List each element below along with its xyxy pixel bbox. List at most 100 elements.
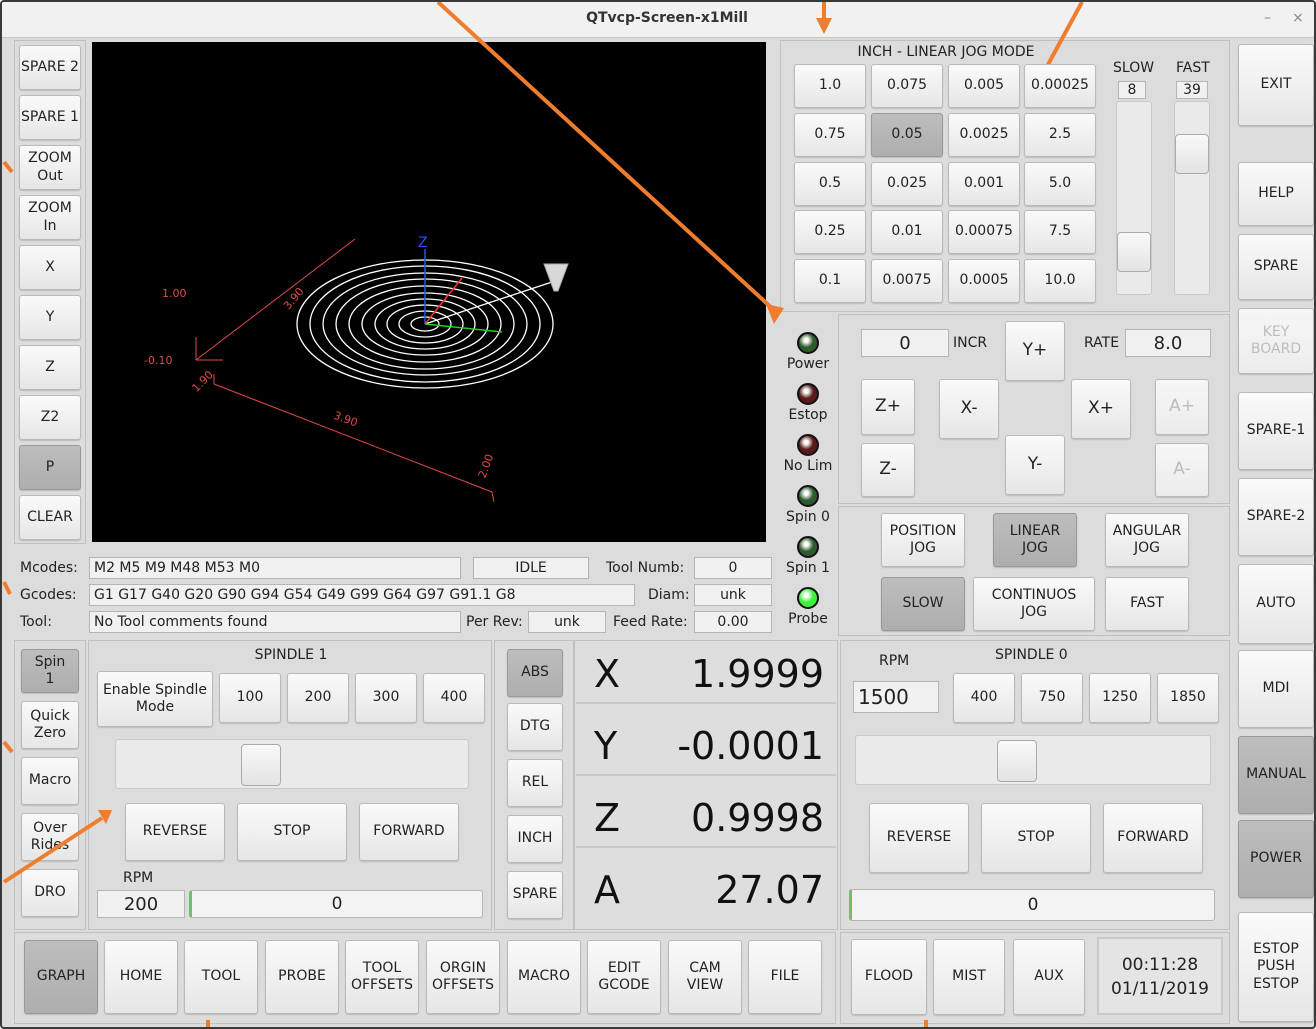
aux-button[interactable]: AUX	[1013, 939, 1085, 1015]
zoom-in-button[interactable]: ZOOM In	[19, 195, 81, 240]
tab-graph[interactable]: GRAPH	[24, 940, 98, 1014]
inch-button[interactable]: INCH	[507, 815, 563, 863]
spare-1-right-button[interactable]: SPARE-1	[1238, 392, 1314, 470]
jog-a-plus-button[interactable]: A+	[1155, 379, 1209, 435]
increment-button[interactable]: 0.0025	[948, 113, 1020, 157]
increment-button[interactable]: 0.00075	[948, 210, 1020, 254]
dtg-button[interactable]: DTG	[507, 703, 563, 751]
tab-probe[interactable]: PROBE	[265, 940, 339, 1014]
spare-right-button[interactable]: SPARE	[1238, 234, 1314, 300]
auto-button[interactable]: AUTO	[1238, 564, 1314, 644]
spindle-1-preset-button[interactable]: 400	[423, 673, 485, 723]
spindle-1-forward-button[interactable]: FORWARD	[359, 803, 459, 861]
view-y-button[interactable]: Y	[19, 295, 81, 340]
spindle-1-preset-button[interactable]: 100	[219, 673, 281, 723]
increment-button[interactable]: 0.075	[871, 64, 943, 108]
tab-cam-view[interactable]: CAM VIEW	[668, 940, 742, 1014]
increment-button[interactable]: 0.25	[794, 210, 866, 254]
rel-button[interactable]: REL	[507, 759, 563, 807]
mdi-button[interactable]: MDI	[1238, 650, 1314, 728]
view-z-button[interactable]: Z	[19, 345, 81, 390]
close-icon[interactable]: ×	[1292, 10, 1304, 26]
spindle-0-preset-button[interactable]: 750	[1021, 673, 1083, 723]
macro-side-button[interactable]: Macro	[21, 757, 79, 805]
enable-spindle-mode-button[interactable]: Enable Spindle Mode	[97, 671, 213, 727]
spin-1-button[interactable]: Spin 1	[21, 649, 79, 693]
increment-button[interactable]: 0.001	[948, 162, 1020, 206]
jog-z-minus-button[interactable]: Z-	[861, 443, 915, 497]
tab-file[interactable]: FILE	[748, 940, 822, 1014]
increment-button[interactable]: 0.005	[948, 64, 1020, 108]
spindle-1-slider-handle[interactable]	[240, 744, 281, 786]
increment-button[interactable]: 7.5	[1024, 210, 1096, 254]
position-jog-button[interactable]: POSITION JOG	[881, 513, 965, 567]
gcode-preview[interactable]: Z 1.00 -0.10 1.90 3.90 2.00 3.90	[92, 42, 766, 542]
flood-button[interactable]: FLOOD	[851, 939, 927, 1015]
jog-z-plus-button[interactable]: Z+	[861, 379, 915, 435]
jog-y-plus-button[interactable]: Y+	[1005, 321, 1065, 381]
help-button[interactable]: HELP	[1238, 162, 1314, 226]
increment-button[interactable]: 10.0	[1024, 259, 1096, 303]
tab-macro[interactable]: MACRO	[507, 940, 581, 1014]
fast-slider[interactable]	[1174, 101, 1210, 295]
jog-x-minus-button[interactable]: X-	[939, 379, 999, 439]
spindle-0-slider[interactable]	[855, 735, 1211, 785]
tab-home[interactable]: HOME	[104, 940, 178, 1014]
abs-button[interactable]: ABS	[507, 649, 563, 697]
spare-2-right-button[interactable]: SPARE-2	[1238, 478, 1314, 556]
increment-button[interactable]: 0.00025	[1024, 64, 1096, 108]
linear-jog-button[interactable]: LINEAR JOG	[993, 513, 1077, 567]
quick-zero-button[interactable]: Quick Zero	[21, 701, 79, 749]
jog-y-minus-button[interactable]: Y-	[1005, 435, 1065, 495]
increment-button[interactable]: 0.1	[794, 259, 866, 303]
increment-button[interactable]: 0.025	[871, 162, 943, 206]
spindle-1-slider[interactable]	[115, 739, 469, 789]
slow-slider-handle[interactable]	[1117, 232, 1151, 272]
spindle-0-preset-button[interactable]: 1850	[1157, 673, 1219, 723]
continuous-jog-button[interactable]: CONTINUOS JOG	[973, 577, 1095, 631]
tab-tool[interactable]: TOOL	[184, 940, 258, 1014]
spindle-1-preset-button[interactable]: 200	[287, 673, 349, 723]
fast-slider-handle[interactable]	[1175, 134, 1209, 174]
increment-button[interactable]: 1.0	[794, 64, 866, 108]
view-p-button[interactable]: P	[19, 445, 81, 490]
spare-1-button[interactable]: SPARE 1	[19, 95, 81, 140]
spindle-1-stop-button[interactable]: STOP	[237, 803, 347, 861]
fast-jog-button[interactable]: FAST	[1105, 577, 1189, 631]
zoom-out-button[interactable]: ZOOM Out	[19, 145, 81, 190]
jog-x-plus-button[interactable]: X+	[1071, 379, 1131, 439]
view-x-button[interactable]: X	[19, 245, 81, 290]
spindle-0-reverse-button[interactable]: REVERSE	[869, 803, 969, 873]
slow-slider[interactable]	[1116, 101, 1152, 295]
jog-a-minus-button[interactable]: A-	[1155, 443, 1209, 497]
spindle-0-stop-button[interactable]: STOP	[981, 803, 1091, 873]
spindle-0-slider-handle[interactable]	[997, 740, 1038, 782]
dro-side-button[interactable]: DRO	[21, 869, 79, 917]
spare-dro-button[interactable]: SPARE	[507, 871, 563, 919]
spare-2-button[interactable]: SPARE 2	[19, 45, 81, 90]
increment-button[interactable]: 0.05	[871, 113, 943, 157]
spindle-0-forward-button[interactable]: FORWARD	[1103, 803, 1203, 873]
tab-orgin-offsets[interactable]: ORGIN OFFSETS	[426, 940, 500, 1014]
keyboard-button[interactable]: KEY BOARD	[1238, 308, 1314, 374]
spindle-0-preset-button[interactable]: 400	[953, 673, 1015, 723]
increment-button[interactable]: 2.5	[1024, 113, 1096, 157]
clear-button[interactable]: CLEAR	[19, 495, 81, 540]
view-z2-button[interactable]: Z2	[19, 395, 81, 440]
spindle-1-reverse-button[interactable]: REVERSE	[125, 803, 225, 861]
minimize-icon[interactable]: –	[1264, 10, 1271, 26]
overrides-button[interactable]: Over Rides	[21, 813, 79, 861]
angular-jog-button[interactable]: ANGULAR JOG	[1105, 513, 1189, 567]
increment-button[interactable]: 5.0	[1024, 162, 1096, 206]
spindle-1-preset-button[interactable]: 300	[355, 673, 417, 723]
estop-button[interactable]: ESTOP PUSH ESTOP	[1238, 912, 1314, 1022]
manual-button[interactable]: MANUAL	[1238, 736, 1314, 814]
increment-button[interactable]: 0.01	[871, 210, 943, 254]
tab-tool-offsets[interactable]: TOOL OFFSETS	[345, 940, 419, 1014]
slow-jog-button[interactable]: SLOW	[881, 577, 965, 631]
increment-button[interactable]: 0.0075	[871, 259, 943, 303]
increment-button[interactable]: 0.5	[794, 162, 866, 206]
power-button[interactable]: POWER	[1238, 820, 1314, 898]
mist-button[interactable]: MIST	[933, 939, 1005, 1015]
tab-edit-gcode[interactable]: EDIT GCODE	[587, 940, 661, 1014]
